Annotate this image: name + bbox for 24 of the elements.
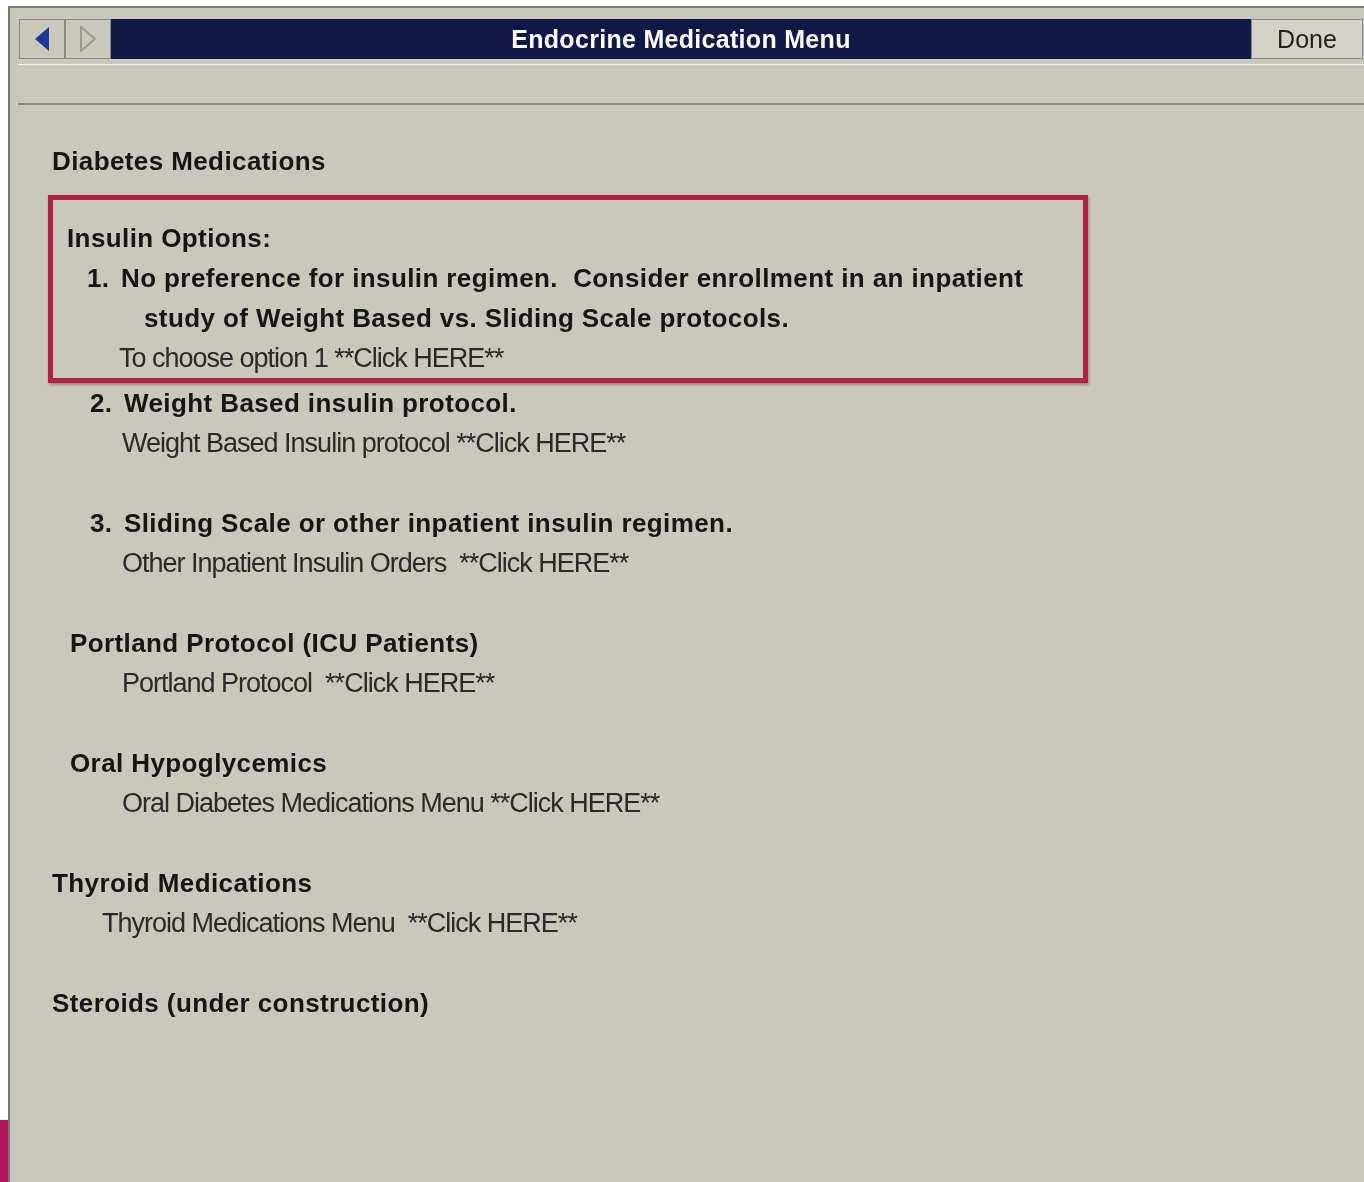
link[interactable]: Thyroid Medications Menu **Click HERE** [102, 907, 577, 939]
forward-arrow-icon [79, 26, 97, 52]
slide-edge-bar [0, 1120, 8, 1182]
done-button[interactable]: Done [1251, 19, 1363, 59]
section-heading: Thyroid Medications [52, 867, 313, 899]
section-heading: Steroids (under construction) [52, 987, 430, 1019]
link[interactable]: To choose option 1 **Click HERE** [119, 342, 504, 374]
option-text: No preference for insulin regimen. Consider enrollment in an inpatient study of Weight Based vs. Sliding Scale protocols. [121, 262, 1025, 335]
option-number: 1. [87, 262, 111, 295]
group-heading: Portland Protocol (ICU Patients) [70, 627, 479, 659]
option-number: 2. [90, 387, 114, 420]
back-arrow-icon [33, 26, 51, 52]
option-number: 3. [90, 507, 114, 540]
group-heading: Oral Hypoglycemics [70, 747, 328, 779]
section-heading: Diabetes Medications [52, 145, 326, 177]
link[interactable]: Oral Diabetes Medications Menu **Click HERE** [122, 787, 660, 819]
back-button[interactable] [19, 19, 65, 59]
window-title: Endocrine Medication Menu [511, 24, 851, 54]
option-text: Sliding Scale or other inpatient insulin regimen. [124, 507, 735, 540]
link[interactable]: Weight Based Insulin protocol **Click HERE** [122, 427, 626, 459]
group-heading: Insulin Options: [67, 222, 272, 254]
link[interactable]: Other Inpatient Insulin Orders **Click HERE** [122, 547, 629, 579]
option-text: Weight Based insulin protocol. [124, 387, 518, 420]
link[interactable]: Portland Protocol **Click HERE** [122, 667, 495, 699]
